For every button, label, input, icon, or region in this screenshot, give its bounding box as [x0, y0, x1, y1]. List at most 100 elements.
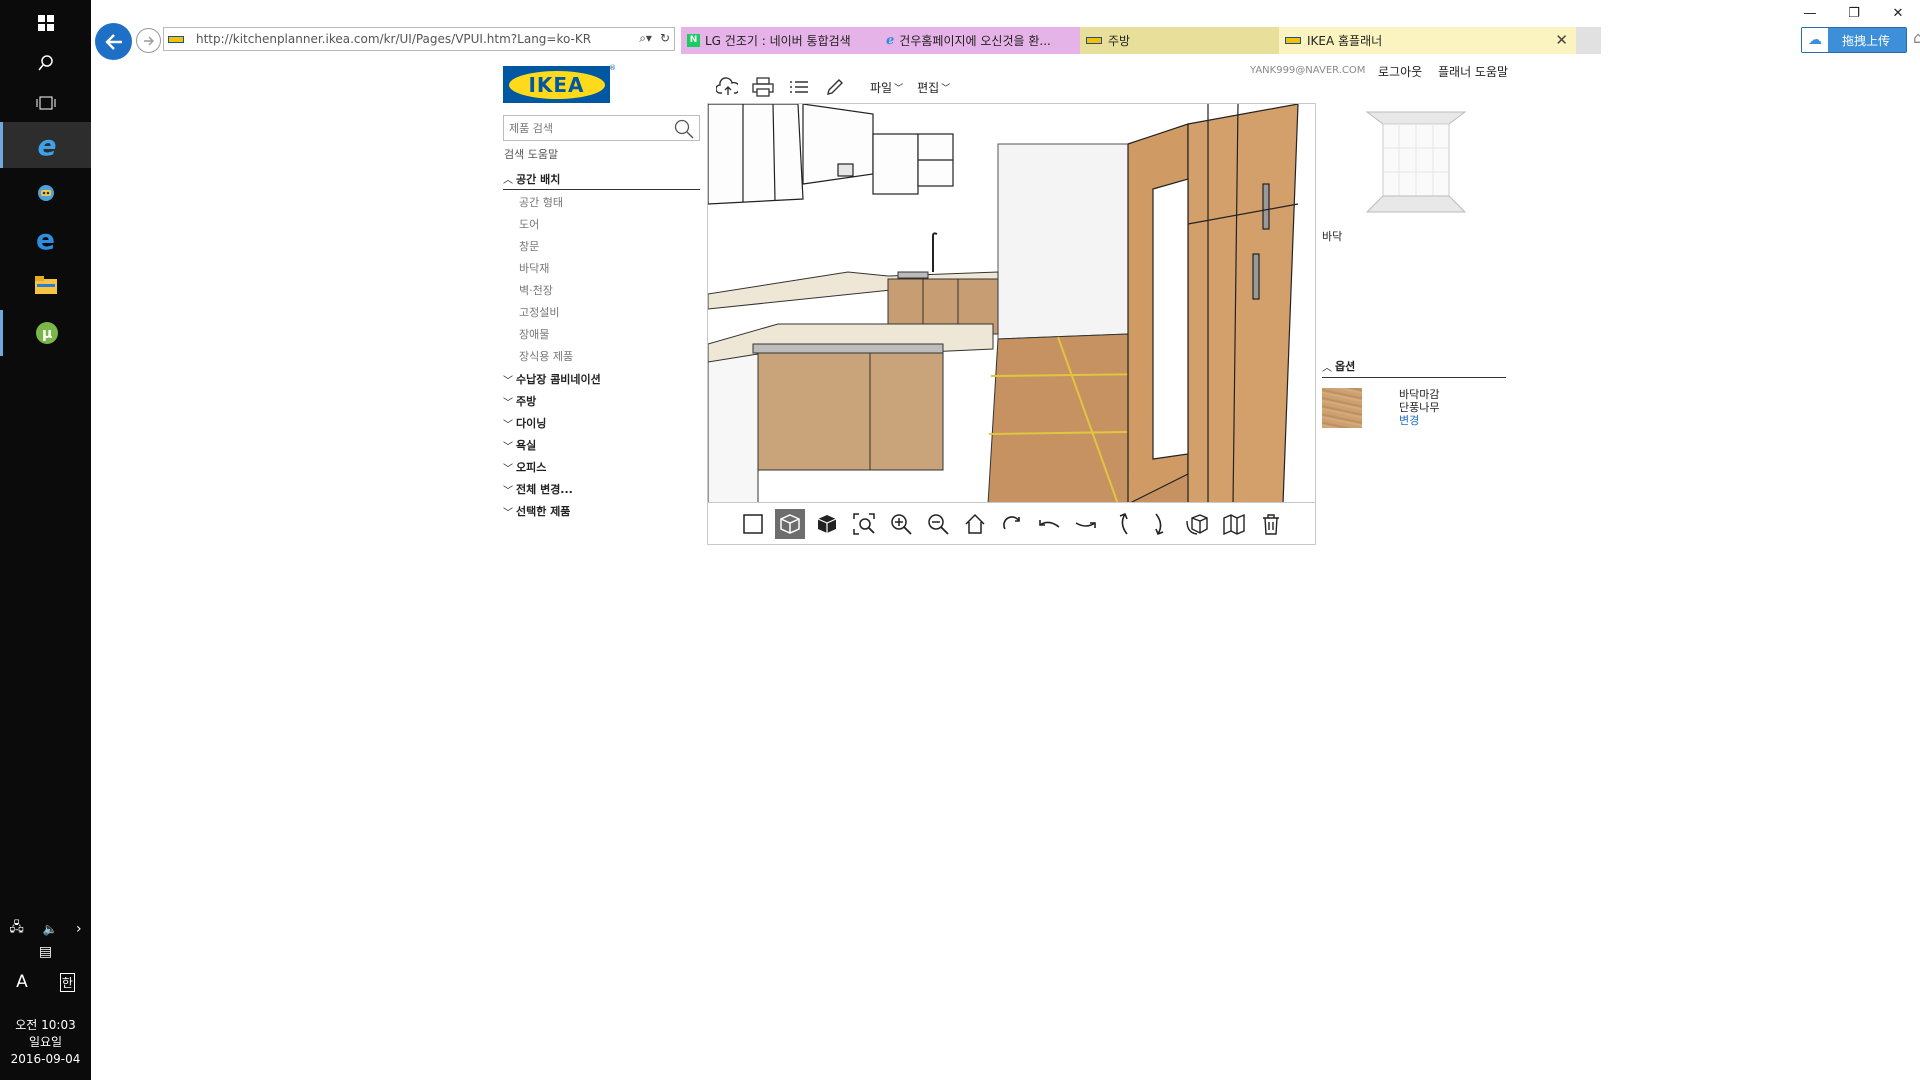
- tab-kitchen[interactable]: 주방: [1080, 27, 1279, 54]
- ikea-favicon: [1086, 37, 1102, 44]
- delete-button[interactable]: [1256, 509, 1286, 539]
- file-menu-label: 파일: [870, 80, 893, 95]
- nav-item-room-shape[interactable]: 공간 형태: [503, 192, 700, 214]
- account-email: YANK999@NAVER.COM: [1250, 65, 1366, 76]
- turn-right-button[interactable]: [1071, 509, 1101, 539]
- back-button[interactable]: [95, 23, 132, 60]
- drag-upload-button[interactable]: ☁ 拖拽上传: [1801, 27, 1907, 53]
- edit-menu-label: 편집: [917, 80, 940, 95]
- options-title: 옵션: [1335, 360, 1356, 373]
- nav-item-fixtures[interactable]: 고정설비: [503, 302, 700, 324]
- tab-ikea-title: IKEA 홈플래너: [1307, 34, 1383, 48]
- ikea-favicon: [1285, 37, 1301, 44]
- chevron-up-icon: ︿: [1322, 362, 1332, 374]
- tilt-up-icon: [1119, 512, 1128, 534]
- forward-button[interactable]: [136, 28, 161, 53]
- option-change-link[interactable]: 변경: [1399, 414, 1439, 427]
- 3d-kitchen-viewport[interactable]: [707, 103, 1316, 503]
- option-value: 단풍나무: [1399, 401, 1440, 414]
- turn-right-icon: [1075, 521, 1096, 528]
- list-button[interactable]: [788, 76, 810, 98]
- tilt-up-button[interactable]: [1108, 509, 1138, 539]
- category-storage-combination[interactable]: ﹀ 수납장 콤비네이션: [503, 368, 700, 390]
- edit-menu[interactable]: 편집 ﹀: [917, 79, 950, 96]
- view-2d-button[interactable]: [738, 509, 768, 539]
- restore-button[interactable]: ❐: [1832, 0, 1876, 26]
- refresh-icon[interactable]: ↻: [660, 31, 670, 46]
- category-dining[interactable]: ﹀ 다이닝: [503, 412, 700, 434]
- nav-item-flooring[interactable]: 바닥재: [503, 258, 700, 280]
- home-icon[interactable]: ⌂: [1913, 28, 1920, 47]
- tab-naver[interactable]: N LG 건조기 : 네이버 통합검색: [681, 27, 880, 54]
- category-selected-products[interactable]: ﹀ 선택한 제품: [503, 500, 700, 522]
- search-help-link[interactable]: 검색 도움말: [504, 146, 558, 162]
- tab-ikea-planner[interactable]: IKEA 홈플래너 ✕: [1279, 27, 1576, 54]
- product-search-input[interactable]: [509, 121, 669, 135]
- site-favicon: [168, 35, 184, 43]
- category-change-all[interactable]: ﹀ 전체 변경...: [503, 478, 700, 500]
- file-menu[interactable]: 파일 ﹀: [870, 79, 903, 96]
- tall-cabinets: [1127, 104, 1299, 502]
- wall-map-icon: [1223, 513, 1245, 535]
- address-bar[interactable]: http://kitchenplanner.ikea.com/kr/UI/Pag…: [163, 27, 675, 51]
- zoom-fit-button[interactable]: [849, 509, 879, 539]
- nav-item-windows[interactable]: 창문: [503, 236, 700, 258]
- chevron-down-icon: ﹀: [503, 397, 513, 409]
- category-nav: ︿ 공간 배치 공간 형태 도어 창문 바닥재 벽·천장 고정설비 장애물 장식…: [503, 168, 700, 522]
- search-dropdown-icon[interactable]: ⌕▾: [639, 31, 652, 46]
- nav-item-wall-ceiling[interactable]: 벽·천장: [503, 280, 700, 302]
- zoom-out-button[interactable]: [923, 509, 953, 539]
- nav-item-obstacles[interactable]: 장애물: [503, 324, 700, 346]
- chevron-down-icon: ﹀: [503, 507, 513, 519]
- ikea-planner-page: IKEA ® 파일 ﹀ 편집 ﹀ YANK999@NAVER.COM 로그아웃 …: [0, 58, 1920, 1080]
- option-details: 바닥마감 단풍나무 변경: [1399, 388, 1439, 427]
- save-cloud-button[interactable]: [716, 76, 738, 98]
- browser-tools: ⌂ ☆ ⚙ ☺: [1913, 28, 1920, 47]
- turn-left-button[interactable]: [1034, 509, 1064, 539]
- rotate-object-button[interactable]: [1182, 509, 1212, 539]
- print-button[interactable]: [752, 76, 774, 98]
- search-icon[interactable]: [674, 119, 694, 139]
- zoom-fit-icon: [853, 512, 875, 535]
- home-icon: [965, 513, 985, 534]
- new-tab-button[interactable]: [1576, 27, 1601, 54]
- zoom-in-button[interactable]: [886, 509, 916, 539]
- room-part-label: 바닥: [1322, 230, 1343, 243]
- close-tab-icon[interactable]: ✕: [1555, 31, 1568, 49]
- logout-link[interactable]: 로그아웃: [1378, 63, 1422, 80]
- naver-favicon: N: [687, 34, 700, 47]
- view-solid-3d-button[interactable]: [812, 509, 842, 539]
- window-controls: — ❐ ✕: [1788, 0, 1920, 26]
- category-room-layout[interactable]: ︿ 공간 배치: [503, 168, 700, 190]
- wall-view-button[interactable]: [1219, 509, 1249, 539]
- category-bathroom[interactable]: ﹀ 욕실: [503, 434, 700, 456]
- category-label: 오피스: [516, 461, 547, 474]
- close-window-button[interactable]: ✕: [1876, 0, 1920, 26]
- chevron-down-icon: ﹀: [503, 419, 513, 431]
- chevron-down-icon: ﹀: [894, 83, 904, 94]
- category-office[interactable]: ﹀ 오피스: [503, 456, 700, 478]
- floor-material-swatch[interactable]: [1322, 388, 1362, 428]
- tab-naver-title: LG 건조기 : 네이버 통합검색: [705, 34, 851, 48]
- turn-left-icon: [1039, 519, 1060, 528]
- view-3d-button[interactable]: [775, 508, 805, 539]
- draw-button[interactable]: [824, 76, 846, 98]
- room-floor-thumbnail[interactable]: [1363, 110, 1469, 214]
- ikea-logo[interactable]: IKEA ®: [503, 64, 616, 103]
- printer-icon: [752, 77, 774, 97]
- category-kitchen[interactable]: ﹀ 주방: [503, 390, 700, 412]
- minimize-button[interactable]: —: [1788, 0, 1832, 26]
- home-view-button[interactable]: [960, 509, 990, 539]
- rotate-button[interactable]: [997, 509, 1027, 539]
- category-label: 욕실: [516, 439, 537, 452]
- nav-item-decor[interactable]: 장식용 제품: [503, 346, 700, 368]
- category-label: 선택한 제품: [516, 505, 571, 518]
- planner-help-link[interactable]: 플래너 도움말: [1438, 63, 1508, 80]
- zoom-in-icon: [891, 513, 912, 535]
- cloud-icon: ☁: [1802, 28, 1828, 52]
- cloud-upload-icon: [716, 77, 738, 95]
- nav-item-doors[interactable]: 도어: [503, 214, 700, 236]
- tab-geonwoo[interactable]: ℯ 건우홈페이지에 오신것을 환...: [880, 27, 1080, 54]
- tilt-down-button[interactable]: [1145, 509, 1175, 539]
- options-header[interactable]: ︿ 옵션: [1322, 358, 1506, 378]
